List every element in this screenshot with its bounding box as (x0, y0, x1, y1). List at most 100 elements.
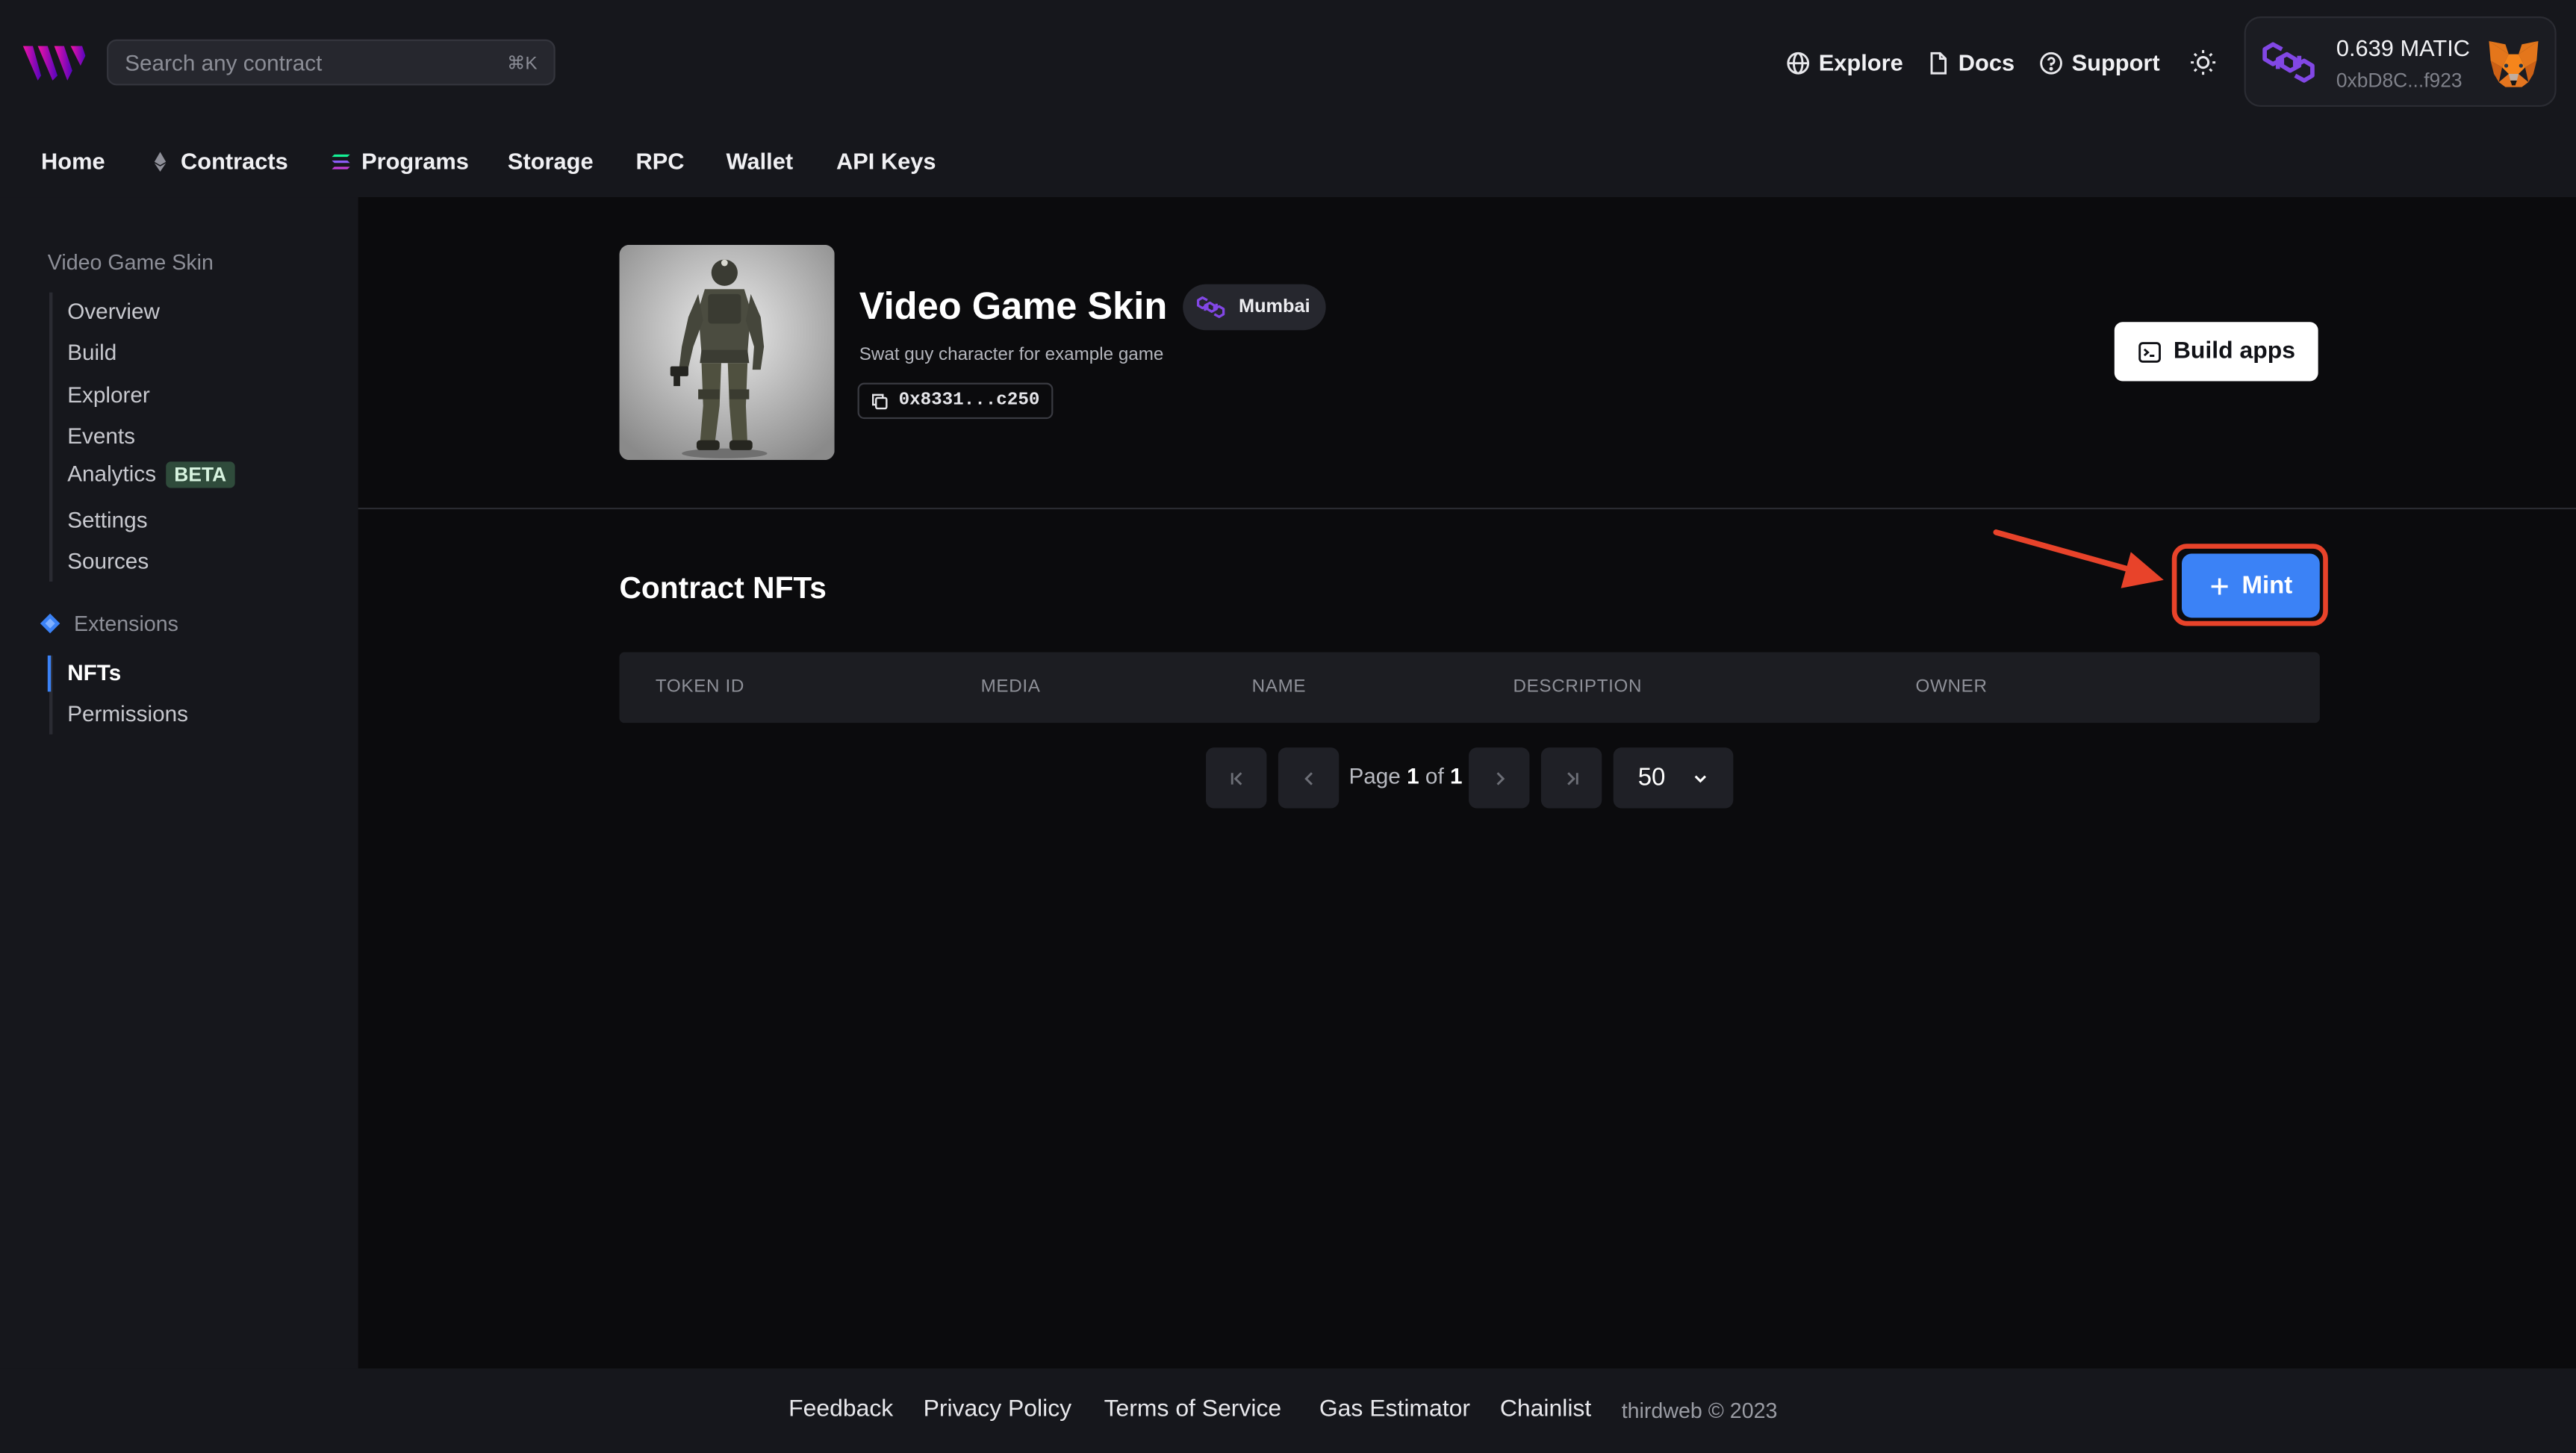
nav-rpc[interactable]: RPC (636, 148, 685, 174)
column-description: DESCRIPTION (1513, 676, 1643, 697)
footer: Feedback Privacy Policy Terms of Service… (0, 1368, 2576, 1453)
network-badge: Mumbai (1183, 284, 1327, 331)
section-title: Contract NFTs (619, 570, 827, 605)
contract-description: Swat guy character for example game (859, 345, 1164, 365)
top-bar: Search any contract ⌘K Explore Docs Supp… (0, 0, 2576, 174)
polygon-icon (2262, 42, 2315, 83)
copy-address-button[interactable]: 0x8331...c250 (857, 382, 1054, 420)
footer-feedback-link[interactable]: Feedback (788, 1396, 893, 1422)
sun-icon[interactable] (2188, 48, 2218, 78)
nav-home[interactable]: Home (41, 148, 105, 174)
prev-page-button[interactable] (1278, 747, 1340, 809)
page-indicator: Page 1 of 1 (1348, 764, 1462, 788)
sidebar-item-analytics[interactable]: Analytics BETA (67, 461, 235, 488)
nft-table-header: TOKEN ID MEDIA NAME DESCRIPTION OWNER (619, 652, 2320, 724)
next-page-button[interactable] (1469, 747, 1530, 809)
column-owner: OWNER (1915, 676, 1988, 697)
sidebar-item-build[interactable]: Build (67, 340, 116, 364)
callout-arrow (1993, 529, 2164, 588)
sidebar-item-settings[interactable]: Settings (67, 508, 147, 532)
last-page-button[interactable] (1540, 747, 1602, 809)
support-label: Support (2071, 49, 2160, 76)
nav-home-label: Home (41, 148, 105, 175)
support-link[interactable]: Support (2039, 48, 2160, 78)
first-page-button[interactable] (1206, 747, 1267, 809)
current-page: 1 (1407, 764, 1419, 789)
explore-label: Explore (1818, 49, 1903, 76)
thirdweb-logo[interactable] (22, 43, 86, 82)
nav-programs[interactable]: Programs (330, 148, 469, 174)
contract-address: 0x8331...c250 (898, 391, 1040, 411)
beta-badge: BETA (166, 461, 235, 488)
mint-button[interactable]: Mint (2181, 553, 2320, 618)
of-word: of (1425, 764, 1444, 789)
metamask-fox-icon (2489, 41, 2539, 87)
footer-privacy-link[interactable]: Privacy Policy (924, 1396, 1072, 1422)
page-word: Page (1348, 764, 1401, 789)
sidebar-item-permissions[interactable]: Permissions (67, 702, 188, 726)
column-media: MEDIA (980, 676, 1041, 697)
footer-copyright: thirdweb © 2023 (1621, 1398, 1778, 1423)
mint-label: Mint (2241, 571, 2293, 600)
sidebar-item-sources[interactable]: Sources (67, 549, 149, 573)
help-circle-icon (2040, 51, 2062, 74)
sidebar-item-events[interactable]: Events (67, 424, 135, 449)
nav-contracts[interactable]: Contracts (149, 148, 288, 174)
sidebar-item-overview[interactable]: Overview (67, 299, 160, 323)
wallet-balance: 0.639 MATIC (2336, 34, 2471, 61)
footer-chainlist-link[interactable]: Chainlist (1500, 1396, 1591, 1422)
column-name: NAME (1251, 676, 1307, 697)
nav-api-keys-label: API Keys (836, 148, 936, 175)
ethereum-icon (154, 151, 167, 171)
chevrons-first-icon (1230, 771, 1242, 785)
nav-rpc-label: RPC (635, 148, 685, 175)
page-size-select[interactable]: 50 (1613, 747, 1734, 809)
chevrons-last-icon (1567, 771, 1578, 785)
header-divider (358, 507, 2576, 510)
nav-wallet-label: Wallet (726, 148, 794, 175)
sidebar-item-nfts[interactable]: NFTs (67, 661, 121, 685)
terminal-icon (2138, 341, 2161, 362)
chevron-right-icon (1496, 771, 1505, 785)
soldier-figure-image (619, 244, 835, 461)
extensions-label: Extensions (74, 611, 178, 636)
polygon-icon (1196, 296, 1225, 319)
search-input[interactable]: Search any contract ⌘K (107, 39, 556, 86)
page-size-value: 50 (1637, 764, 1666, 792)
network-name: Mumbai (1239, 297, 1310, 317)
sidebar-item-analytics-label: Analytics (67, 461, 157, 487)
total-pages: 1 (1450, 764, 1463, 789)
extensions-heading: Extensions (40, 612, 178, 636)
docs-link[interactable]: Docs (1926, 48, 2015, 78)
globe-icon (1787, 51, 1810, 74)
document-icon (1930, 51, 1947, 74)
main-content: Video Game Skin Mumbai Swat guy characte… (358, 197, 2576, 1369)
build-apps-button[interactable]: Build apps (2114, 322, 2318, 382)
nav-wallet[interactable]: Wallet (727, 148, 794, 174)
chevron-left-icon (1304, 771, 1312, 785)
active-indicator (47, 655, 52, 692)
sidebar-item-explorer[interactable]: Explorer (67, 383, 150, 408)
wallet-button[interactable]: 0.639 MATIC 0xbD8C...f923 (2244, 16, 2557, 108)
extension-diamond-icon (40, 613, 60, 634)
copy-icon (871, 393, 888, 409)
nav-programs-label: Programs (361, 148, 469, 175)
build-apps-label: Build apps (2173, 338, 2295, 365)
contract-title: Video Game Skin (859, 284, 1168, 327)
wallet-address: 0xbD8C...f923 (2336, 69, 2463, 93)
footer-gas-estimator-link[interactable]: Gas Estimator (1319, 1396, 1470, 1422)
nav-storage-label: Storage (507, 148, 594, 175)
chevron-down-icon (1694, 774, 1707, 782)
nav-contracts-label: Contracts (181, 148, 288, 175)
sidebar: Video Game Skin Overview Build Explorer … (0, 197, 358, 1369)
solana-icon (332, 153, 350, 169)
explore-link[interactable]: Explore (1786, 48, 1903, 78)
nav-api-keys[interactable]: API Keys (836, 148, 936, 174)
plus-icon (2210, 577, 2227, 594)
nav-storage[interactable]: Storage (508, 148, 594, 174)
search-placeholder: Search any contract (125, 50, 323, 75)
sidebar-title: Video Game Skin (47, 249, 214, 275)
search-shortcut-hint: ⌘K (507, 53, 538, 73)
docs-label: Docs (1958, 49, 2015, 76)
footer-terms-link[interactable]: Terms of Service (1104, 1396, 1282, 1422)
